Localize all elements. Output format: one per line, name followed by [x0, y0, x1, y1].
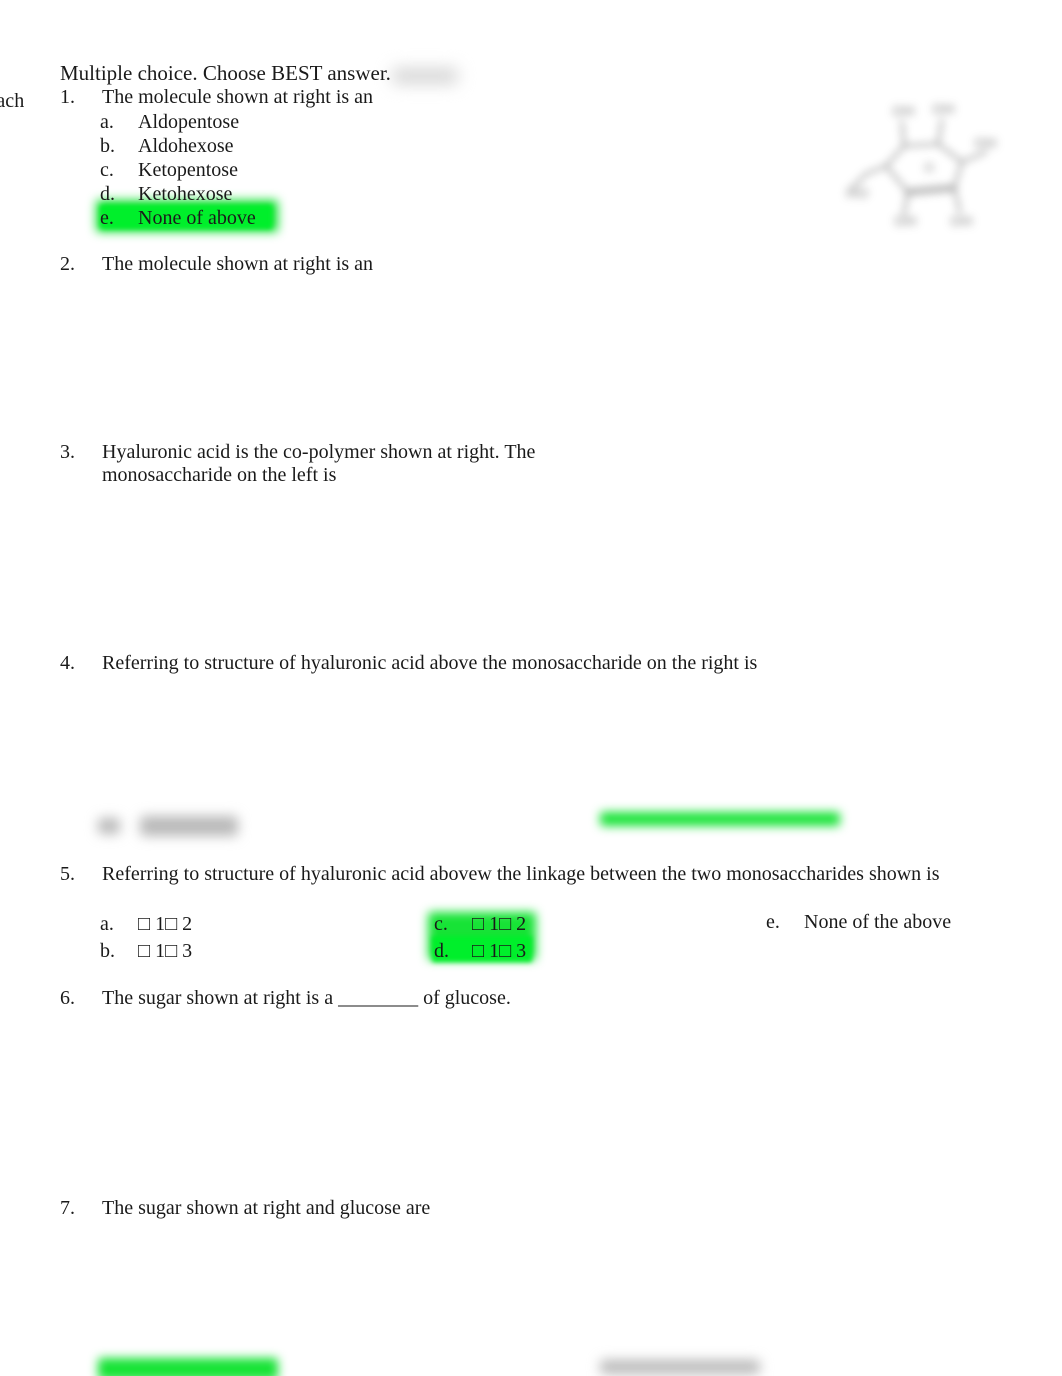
option-text: Aldohexose — [138, 135, 234, 157]
question-2: 2. The molecule shown at right is an — [60, 253, 780, 276]
option-row[interactable]: b. □ 1□ 3 — [100, 939, 400, 963]
question-4-text: Referring to structure of hyaluronic aci… — [102, 652, 758, 674]
question-5-options-column-2: c. □ 1□ 2 d. □ 1□ 3 — [434, 912, 734, 963]
redacted-smudge-bottom — [600, 1360, 760, 1374]
highlight-obscured-band — [600, 812, 840, 826]
option-text: □ 1□ 2 — [138, 913, 193, 935]
instructions-header: Multiple choice. Choose BEST answer. — [60, 61, 391, 85]
svg-text:O: O — [924, 160, 934, 175]
option-row[interactable]: c. Ketopentose — [100, 158, 520, 182]
question-2-text: The molecule shown at right is an — [102, 253, 374, 275]
question-7-text: The sugar shown at right and glucose are — [102, 1197, 431, 1219]
option-text: Ketohexose — [138, 183, 233, 205]
option-row[interactable]: a. □ 1□ 2 — [100, 912, 400, 936]
option-label: c. — [100, 159, 114, 181]
question-3-number: 3. — [60, 441, 75, 463]
question-3: 3. Hyaluronic acid is the co-polymer sho… — [60, 441, 560, 487]
svg-text:OH: OH — [974, 135, 997, 152]
option-row[interactable]: c. □ 1□ 2 — [434, 912, 734, 936]
highlight-bottom-cutoff — [98, 1358, 278, 1376]
option-text: None of the above — [804, 911, 952, 933]
question-3-text: Hyaluronic acid is the co-polymer shown … — [102, 441, 536, 486]
option-text: □ 1□ 2 — [472, 913, 527, 935]
question-6-number: 6. — [60, 987, 75, 1009]
option-row[interactable]: e. None of above — [100, 206, 520, 230]
question-7: 7. The sugar shown at right and glucose … — [60, 1197, 780, 1220]
option-text: Aldopentose — [138, 111, 240, 133]
question-6-text: The sugar shown at right is a ________ o… — [102, 987, 511, 1009]
option-row[interactable]: d. Ketohexose — [100, 182, 520, 206]
option-label: a. — [100, 913, 114, 935]
question-1-options: a. Aldopentose b. Aldohexose c. Ketopentose… — [100, 110, 520, 230]
option-row[interactable]: e. None of the above — [766, 910, 1026, 934]
option-text: Ketopentose — [138, 159, 238, 181]
question-5-number: 5. — [60, 863, 75, 885]
option-label: d. — [434, 940, 449, 962]
question-4: 4. Referring to structure of hyaluronic … — [60, 652, 940, 675]
option-text: None of above — [138, 207, 256, 229]
question-5: 5. Referring to structure of hyaluronic … — [60, 863, 960, 886]
svg-text:OH: OH — [894, 213, 917, 230]
redacted-smudge-left — [98, 818, 120, 834]
document-page: Multiple choice. Choose BEST answer. 2 p… — [0, 0, 1062, 1376]
option-text: □ 1□ 3 — [138, 940, 193, 962]
option-label: d. — [100, 183, 115, 205]
option-text: □ 1□ 3 — [472, 940, 527, 962]
question-5-options-column-1: a. □ 1□ 2 b. □ 1□ 3 — [100, 912, 400, 963]
option-label: e. — [100, 207, 114, 229]
question-5-options-column-3: e. None of the above — [766, 910, 1026, 934]
option-label: e. — [766, 911, 780, 933]
svg-text:OH: OH — [950, 213, 973, 230]
option-label: b. — [100, 135, 115, 157]
question-5-text: Referring to structure of hyaluronic aci… — [102, 863, 940, 885]
option-label: b. — [100, 940, 115, 962]
option-row[interactable]: b. Aldohexose — [100, 134, 520, 158]
option-row[interactable]: d. □ 1□ 3 — [434, 939, 734, 963]
svg-text:HO: HO — [846, 185, 869, 202]
option-label: c. — [434, 913, 448, 935]
redacted-smudge-text — [140, 816, 238, 836]
question-2-number: 2. — [60, 253, 75, 275]
option-label: a. — [100, 111, 114, 133]
question-7-number: 7. — [60, 1197, 75, 1219]
question-4-number: 4. — [60, 652, 75, 674]
question-6: 6. The sugar shown at right is a _______… — [60, 987, 780, 1010]
